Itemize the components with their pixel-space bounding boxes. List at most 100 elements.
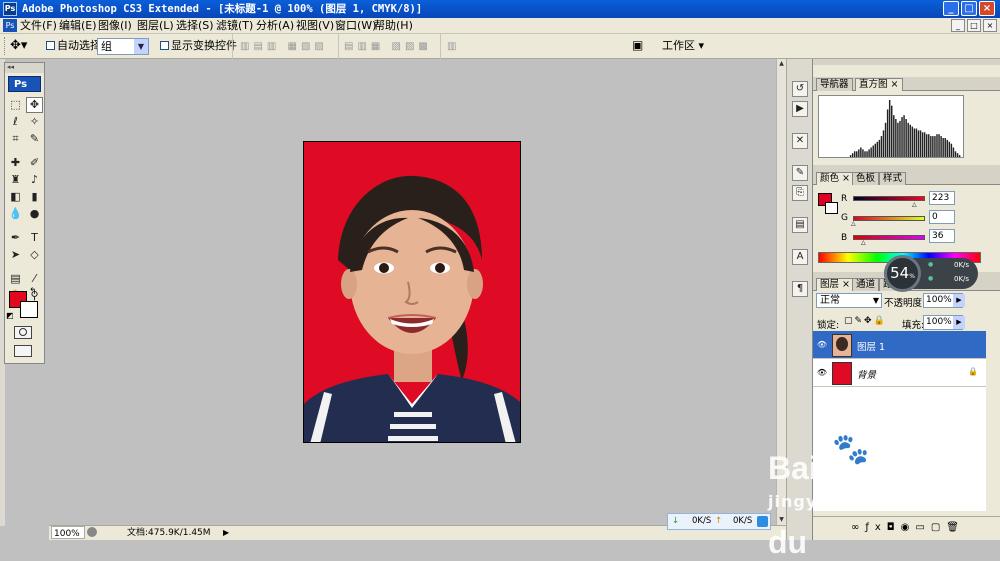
network-speed-widget[interactable]: 54% ● 0K/s ● 0K/s: [884, 255, 978, 292]
menu-filter[interactable]: 滤镜(T): [216, 19, 253, 33]
green-slider[interactable]: [853, 216, 925, 221]
tab-histogram[interactable]: 直方图 ×: [855, 78, 903, 91]
swap-colors-icon[interactable]: ↰: [29, 287, 37, 297]
background-color-swatch[interactable]: [20, 301, 38, 318]
menu-file[interactable]: 文件(F): [20, 19, 57, 33]
doc-restore-button[interactable]: □: [967, 19, 981, 32]
menu-analysis[interactable]: 分析(A): [256, 19, 294, 33]
auto-select-dropdown[interactable]: 组 ▼: [97, 38, 149, 55]
brush-tool-icon[interactable]: ✐: [26, 155, 43, 171]
zoom-field[interactable]: 100%: [51, 526, 85, 539]
quick-mask-button[interactable]: [14, 326, 32, 339]
ps-menu-icon[interactable]: Ps: [3, 19, 17, 32]
workspace-menu[interactable]: 工作区 ▾: [662, 39, 704, 53]
default-colors-icon[interactable]: ◩: [6, 311, 14, 320]
brushes-icon[interactable]: ✎: [792, 165, 808, 181]
tab-swatches[interactable]: 色板: [852, 172, 880, 185]
auto-select-checkbox[interactable]: 自动选择:: [46, 39, 105, 53]
network-status-bar[interactable]: ↓ 0K/S ↑ 0K/S: [667, 513, 771, 530]
pen-tool-icon[interactable]: ✒: [7, 230, 24, 246]
blend-mode-dropdown[interactable]: 正常 ▼: [816, 293, 882, 308]
status-menu-arrow-icon[interactable]: ▶: [223, 526, 229, 540]
eye-icon[interactable]: 👁: [816, 367, 828, 379]
tab-channels[interactable]: 通道: [852, 278, 880, 291]
screen-mode-button[interactable]: [14, 345, 32, 357]
info-icon[interactable]: [87, 527, 97, 537]
gradient-tool-icon[interactable]: ▮: [26, 189, 43, 205]
histogram-bar: [866, 151, 868, 157]
photoshop-app-icon[interactable]: Ps: [3, 2, 17, 16]
layer-name[interactable]: 背景: [857, 367, 876, 381]
minimize-button[interactable]: _: [943, 1, 959, 16]
close-button[interactable]: ×: [979, 1, 995, 16]
distribute-icons[interactable]: ▤▥▦ ▧▨▩: [344, 41, 432, 53]
eyedropper-tool-icon[interactable]: ⁄: [26, 271, 43, 287]
move-tool-icon[interactable]: ✥: [26, 97, 43, 113]
fill-arrow-icon[interactable]: ▶: [953, 316, 965, 329]
histogram-bar: [925, 134, 928, 157]
move-tool-icon[interactable]: ✥▾: [10, 38, 27, 53]
menu-edit[interactable]: 编辑(E): [59, 19, 97, 33]
history-icon[interactable]: ↺: [792, 81, 808, 97]
healing-brush-tool-icon[interactable]: ✚: [7, 155, 24, 171]
doc-close-button[interactable]: ×: [983, 19, 997, 32]
workspace-icon[interactable]: ▣: [632, 38, 643, 52]
shape-tool-icon[interactable]: ◇: [26, 247, 43, 263]
tab-color[interactable]: 颜色 ×: [816, 172, 854, 185]
scroll-up-icon[interactable]: ▲: [777, 59, 786, 68]
clone-stamp-tool-icon[interactable]: ♜: [7, 172, 24, 188]
menu-image[interactable]: 图像(I): [98, 19, 132, 33]
tab-styles[interactable]: 样式: [879, 172, 907, 185]
opacity-arrow-icon[interactable]: ▶: [953, 294, 965, 307]
history-brush-tool-icon[interactable]: ♪: [26, 172, 43, 188]
crop-tool-icon[interactable]: ⌗: [7, 131, 24, 147]
show-transform-checkbox[interactable]: 显示变换控件: [160, 39, 237, 53]
color-background-swatch[interactable]: [825, 202, 838, 214]
red-value-field[interactable]: 223: [929, 191, 955, 205]
toolbox-logo[interactable]: Ps: [8, 76, 41, 92]
doc-minimize-button[interactable]: _: [951, 19, 965, 32]
dodge-tool-icon[interactable]: ●: [26, 206, 43, 222]
marquee-tool-icon[interactable]: ⬚: [7, 97, 24, 113]
auto-align-icon[interactable]: ▥: [447, 41, 460, 53]
blur-tool-icon[interactable]: 💧: [7, 206, 24, 222]
network-app-icon[interactable]: [757, 516, 768, 527]
eye-icon[interactable]: 👁: [816, 339, 828, 351]
layers-bottom-toolbar[interactable]: ∞ƒx◘◉▭▢🗑: [813, 516, 1000, 540]
green-slider-thumb[interactable]: △: [851, 220, 856, 227]
red-slider-thumb[interactable]: △: [912, 201, 917, 208]
layer-row-selected[interactable]: 👁 图层 1: [813, 331, 986, 359]
menu-view[interactable]: 视图(V): [296, 19, 334, 33]
clone-source-icon[interactable]: ⎘: [792, 185, 808, 201]
menu-layer[interactable]: 图层(L): [137, 19, 174, 33]
layer-comps-icon[interactable]: ▤: [792, 217, 808, 233]
layer-row-background[interactable]: 👁 背景 🔒: [813, 359, 986, 387]
magic-wand-tool-icon[interactable]: ✧: [26, 114, 43, 130]
lasso-tool-icon[interactable]: ℓ: [7, 114, 24, 130]
character-icon[interactable]: A: [792, 249, 808, 265]
paragraph-icon[interactable]: ¶: [792, 281, 808, 297]
tab-layers[interactable]: 图层 ×: [816, 278, 854, 291]
eraser-tool-icon[interactable]: ◧: [7, 189, 24, 205]
actions-icon[interactable]: ▶: [792, 101, 808, 117]
green-value-field[interactable]: 0: [929, 210, 955, 224]
blue-slider-thumb[interactable]: △: [861, 239, 866, 246]
type-tool-icon[interactable]: T: [26, 230, 43, 246]
tab-navigator[interactable]: 导航器: [816, 78, 853, 91]
maximize-button[interactable]: □: [961, 1, 977, 16]
tool-presets-icon[interactable]: ✕: [792, 133, 808, 149]
layer-name[interactable]: 图层 1: [857, 339, 885, 353]
histogram-bar: [936, 134, 938, 157]
menu-select[interactable]: 选择(S): [176, 19, 214, 33]
align-icons[interactable]: ▥▤▥ ▦▧▨: [240, 41, 328, 53]
toolbox-header[interactable]: ◂◂: [5, 63, 44, 73]
menu-help[interactable]: 帮助(H): [374, 19, 413, 33]
notes-tool-icon[interactable]: ▤: [7, 271, 24, 287]
lock-icons[interactable]: ▢✎✥🔒: [844, 316, 887, 326]
document-image[interactable]: [303, 141, 521, 443]
blue-value-field[interactable]: 36: [929, 229, 955, 243]
slice-tool-icon[interactable]: ✎: [26, 131, 43, 147]
menu-window[interactable]: 窗口(W): [335, 19, 376, 33]
panel-header-grip[interactable]: [813, 59, 1000, 65]
path-selection-tool-icon[interactable]: ➤: [7, 247, 24, 263]
